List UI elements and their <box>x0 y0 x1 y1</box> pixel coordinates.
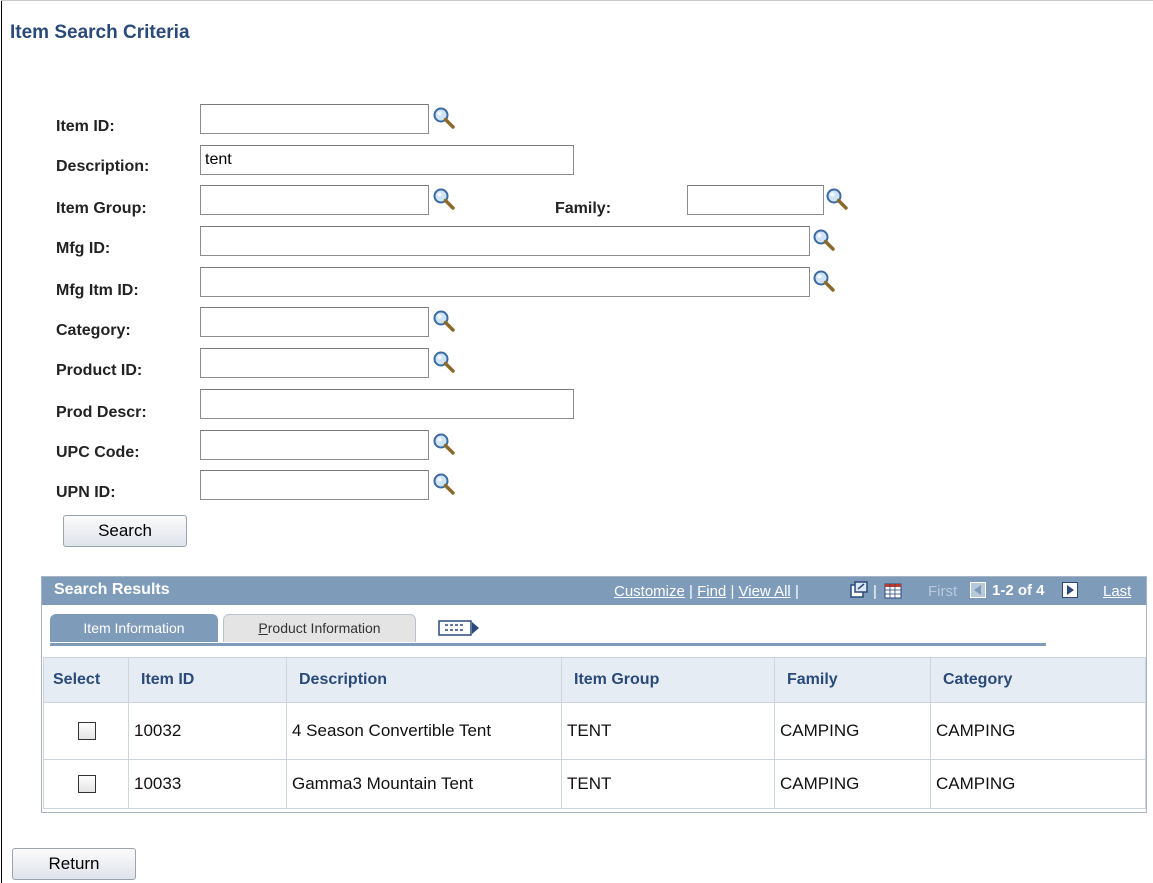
column-header-item-id: Item ID <box>128 657 287 703</box>
spreadsheet-download-icon[interactable] <box>884 581 902 599</box>
mfg-id-label: Mfg ID: <box>56 240 111 257</box>
item-group-label: Item Group: <box>56 200 147 217</box>
family-lookup-icon[interactable] <box>825 187 849 211</box>
product-id-label: Product ID: <box>56 362 143 379</box>
arrow-left-icon[interactable] <box>970 582 986 598</box>
table-row: 10032 4 Season Convertible Tent TENT CAM… <box>43 702 1146 760</box>
family-label: Family: <box>555 200 612 217</box>
column-header-description: Description <box>286 657 562 703</box>
column-header-select: Select <box>43 657 129 703</box>
mfg-itm-id-lookup-icon[interactable] <box>812 269 836 293</box>
description-cell: Gamma3 Mountain Tent <box>286 759 562 809</box>
row-range-label: 1-2 of 4 <box>992 582 1045 599</box>
upc-code-label: UPC Code: <box>56 444 140 461</box>
select-cell <box>43 702 129 760</box>
mfg-id-field[interactable] <box>200 226 810 256</box>
item-id-lookup-icon[interactable] <box>432 106 456 130</box>
item-group-cell: TENT <box>561 702 775 760</box>
upc-code-lookup-icon[interactable] <box>432 432 456 456</box>
item-id-cell: 10032 <box>128 702 287 760</box>
grid-nav-links: Customize | Find | View All | <box>614 583 799 600</box>
page-title: Item Search Criteria <box>10 22 190 43</box>
row-select-checkbox[interactable] <box>77 722 96 740</box>
category-label: Category: <box>56 322 131 339</box>
upn-id-field[interactable] <box>200 470 429 500</box>
table-header-row: Select Item ID Description Item Group Fa… <box>43 657 1146 703</box>
prod-descr-label: Prod Descr: <box>56 404 147 421</box>
table-row: 10033 Gamma3 Mountain Tent TENT CAMPING … <box>43 759 1146 809</box>
category-field[interactable] <box>200 307 429 337</box>
column-header-family: Family <box>774 657 931 703</box>
last-link[interactable]: Last <box>1103 583 1131 600</box>
row-select-checkbox[interactable] <box>77 775 96 793</box>
first-label: First <box>928 583 958 600</box>
search-results-header: Search Results Customize | Find | View A… <box>42 577 1146 605</box>
item-id-label: Item ID: <box>56 118 115 135</box>
nav-separator: | <box>873 583 877 600</box>
nav-separator: | <box>790 583 799 600</box>
item-group-field[interactable] <box>200 185 429 215</box>
view-all-link[interactable]: View All <box>739 583 791 600</box>
mfg-id-lookup-icon[interactable] <box>812 228 836 252</box>
product-id-field[interactable] <box>200 348 429 378</box>
column-header-category: Category <box>930 657 1146 703</box>
nav-separator: | <box>684 583 698 600</box>
prod-descr-field[interactable] <box>200 389 574 419</box>
search-results-title: Search Results <box>54 581 170 598</box>
family-field[interactable] <box>687 185 824 215</box>
tab-product-information[interactable]: Product Information <box>223 614 416 642</box>
item-group-cell: TENT <box>561 759 775 809</box>
page-frame-top <box>1 0 1153 1</box>
description-field[interactable] <box>200 145 574 175</box>
customize-link[interactable]: Customize <box>614 583 685 600</box>
family-cell: CAMPING <box>774 759 931 809</box>
tab-item-information[interactable]: Item Information <box>50 614 218 642</box>
results-table: Select Item ID Description Item Group Fa… <box>43 657 1146 809</box>
description-cell: 4 Season Convertible Tent <box>286 702 562 760</box>
upc-code-field[interactable] <box>200 430 429 460</box>
tab-product-information-rest: roduct Information <box>267 620 381 636</box>
show-all-columns-icon[interactable] <box>438 619 480 637</box>
description-label: Description: <box>56 158 150 175</box>
category-lookup-icon[interactable] <box>432 309 456 333</box>
select-cell <box>43 759 129 809</box>
product-id-lookup-icon[interactable] <box>432 350 456 374</box>
column-header-item-group: Item Group <box>561 657 775 703</box>
upn-id-label: UPN ID: <box>56 484 116 501</box>
new-window-icon[interactable] <box>850 581 868 599</box>
return-button[interactable]: Return <box>12 848 136 880</box>
item-group-lookup-icon[interactable] <box>432 187 456 211</box>
search-results-grid: Search Results Customize | Find | View A… <box>41 576 1147 813</box>
family-cell: CAMPING <box>774 702 931 760</box>
item-id-cell: 10033 <box>128 759 287 809</box>
category-cell: CAMPING <box>930 702 1146 760</box>
item-id-field[interactable] <box>200 104 429 134</box>
page-frame-left <box>1 0 2 883</box>
upn-id-lookup-icon[interactable] <box>432 472 456 496</box>
search-button[interactable]: Search <box>63 515 187 547</box>
arrow-right-icon[interactable] <box>1062 582 1078 598</box>
nav-separator: | <box>726 583 739 600</box>
category-cell: CAMPING <box>930 759 1146 809</box>
mfg-itm-id-field[interactable] <box>200 267 810 297</box>
find-link[interactable]: Find <box>697 583 726 600</box>
mfg-itm-id-label: Mfg Itm ID: <box>56 282 139 299</box>
tab-underline <box>50 643 1046 646</box>
